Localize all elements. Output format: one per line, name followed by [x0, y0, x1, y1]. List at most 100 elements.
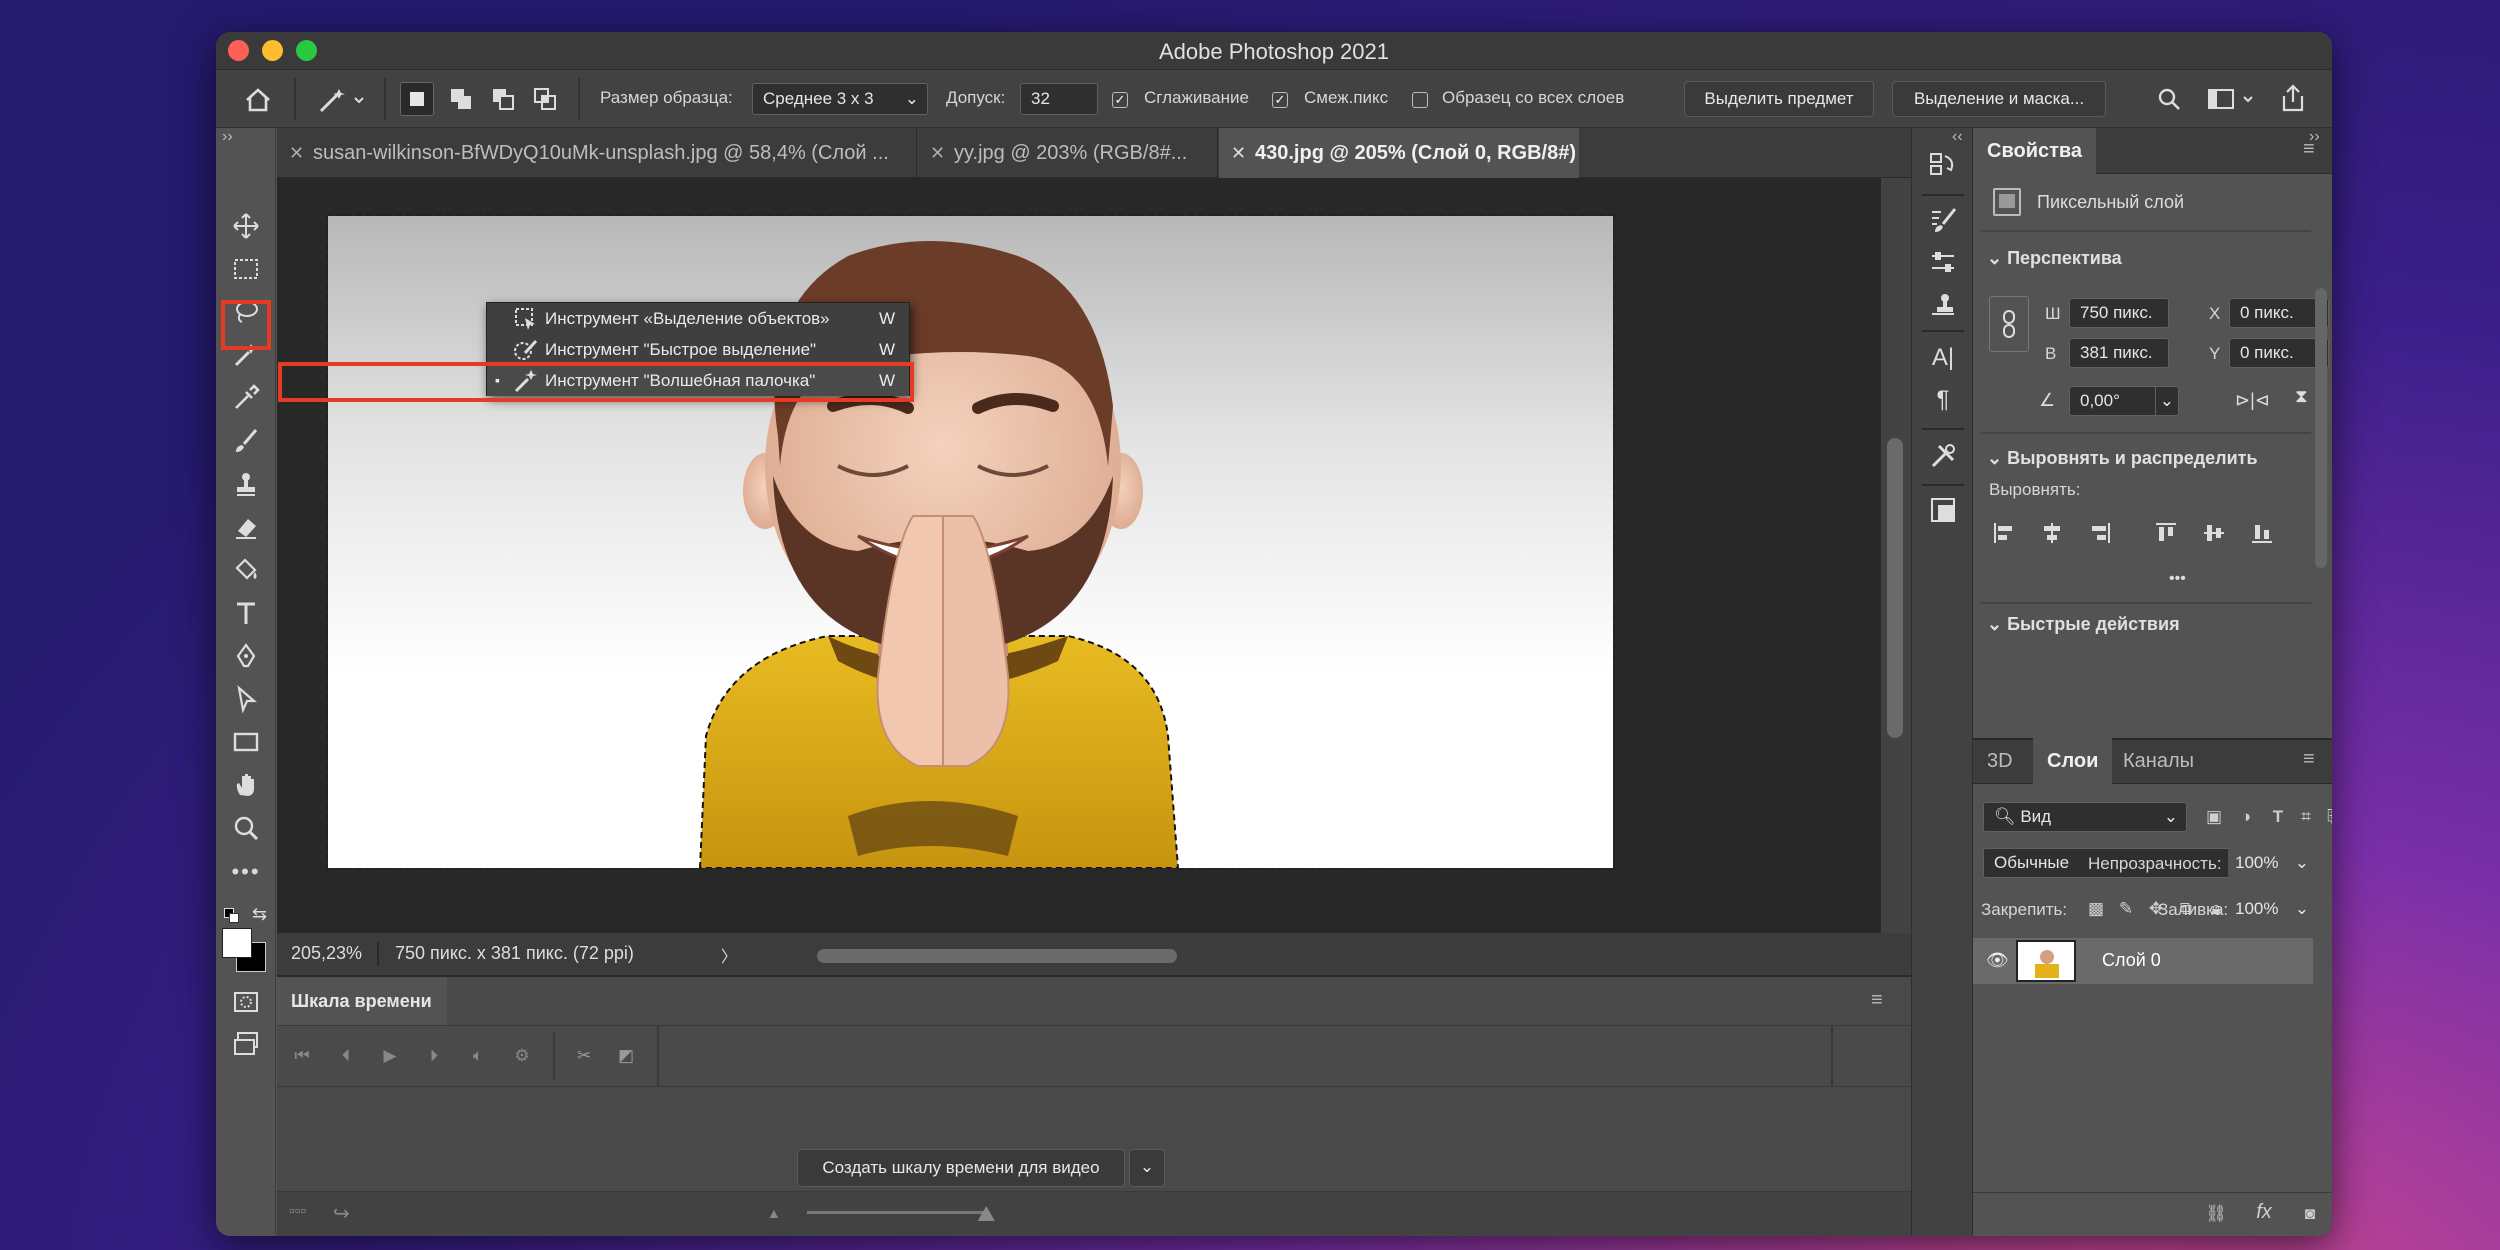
- stamp-icon[interactable]: [226, 466, 266, 502]
- lock-transparency-icon[interactable]: ▩: [2083, 896, 2109, 922]
- new-selection-button[interactable]: [400, 82, 434, 116]
- filter-adjustment-icon[interactable]: ◑: [2233, 802, 2259, 832]
- tab-susan-wilkinson[interactable]: ✕ susan-wilkinson-BfWDyQ10uMk-unsplash.jp…: [277, 128, 917, 178]
- layer-filter-select[interactable]: 🔍︎ Вид ⌄: [1983, 802, 2187, 832]
- tab-channels[interactable]: Каналы: [2109, 738, 2208, 784]
- adjustments-icon[interactable]: [1925, 244, 1961, 280]
- paint-bucket-icon[interactable]: [226, 552, 266, 588]
- character-icon[interactable]: A|: [1925, 340, 1961, 376]
- frame-mode-icon[interactable]: ▫▫▫: [289, 1203, 306, 1221]
- align-top-edges-icon[interactable]: [2151, 518, 2181, 548]
- tool-presets-icon[interactable]: [1925, 438, 1961, 474]
- intersect-selection-button[interactable]: [528, 82, 562, 116]
- layer-visibility-eye-icon[interactable]: 👁︎: [1986, 950, 2009, 971]
- settings-gear-icon[interactable]: ⚙: [507, 1041, 537, 1071]
- add-mask-icon[interactable]: ◙: [2296, 1200, 2324, 1228]
- rectangle-shape-icon[interactable]: [226, 724, 266, 760]
- paragraph-icon[interactable]: ¶: [1925, 382, 1961, 418]
- close-tab-icon[interactable]: ✕: [289, 128, 304, 178]
- hand-icon[interactable]: [226, 767, 266, 803]
- eraser-icon[interactable]: [226, 509, 266, 545]
- expand-panels-icon[interactable]: ‹‹: [1952, 128, 1963, 146]
- timeline-zoom-slider[interactable]: [807, 1211, 987, 1214]
- tab-yy[interactable]: ✕ yy.jpg @ 203% (RGB/8#...: [918, 128, 1218, 178]
- timeline-tab[interactable]: Шкала времени: [277, 977, 447, 1025]
- history-icon[interactable]: [1925, 146, 1961, 182]
- filter-type-icon[interactable]: T: [2265, 802, 2291, 832]
- properties-menu-icon[interactable]: ≡: [2303, 138, 2315, 161]
- sample-size-select[interactable]: Среднее 3 x 3 ⌄: [752, 83, 928, 115]
- clone-source-icon[interactable]: [1925, 286, 1961, 322]
- pen-icon[interactable]: [226, 638, 266, 674]
- more-options-icon[interactable]: •••: [2169, 570, 2186, 588]
- align-horizontal-centers-icon[interactable]: [2037, 518, 2067, 548]
- tab-properties[interactable]: Свойства: [1973, 128, 2097, 174]
- layer-name[interactable]: Слой 0: [2102, 950, 2161, 971]
- filter-shape-icon[interactable]: ⌗: [2293, 802, 2319, 832]
- move-tool-icon[interactable]: [226, 208, 266, 244]
- tab-430-active[interactable]: ✕ 430.jpg @ 205% (Слой 0, RGB/8#) *: [1219, 128, 1579, 178]
- libraries-icon[interactable]: [1925, 492, 1961, 528]
- status-menu-arrow-icon[interactable]: 〉: [721, 943, 737, 967]
- align-right-edges-icon[interactable]: [2085, 518, 2115, 548]
- play-icon[interactable]: ▶: [375, 1041, 405, 1071]
- quick-selection-tool-item[interactable]: Инструмент "Быстрое выделение" W: [487, 334, 909, 365]
- path-selection-icon[interactable]: [226, 681, 266, 717]
- eyedropper-icon[interactable]: [226, 380, 266, 416]
- create-video-timeline-button[interactable]: Создать шкалу времени для видео: [797, 1149, 1125, 1187]
- select-and-mask-button[interactable]: Выделение и маска...: [1892, 81, 2106, 117]
- screen-mode-icon[interactable]: [226, 1026, 266, 1062]
- align-left-edges-icon[interactable]: [1989, 518, 2019, 548]
- opacity-input[interactable]: 100% ⌄: [2228, 848, 2312, 878]
- sample-all-layers-checkbox[interactable]: [1412, 92, 1428, 108]
- split-scissors-icon[interactable]: ✂: [569, 1041, 599, 1071]
- link-layers-icon[interactable]: ⛓︎: [2202, 1200, 2230, 1228]
- close-tab-icon[interactable]: ✕: [930, 128, 945, 178]
- vertical-scroll-thumb[interactable]: [1887, 438, 1903, 738]
- perspective-section-header[interactable]: ⌄ Перспектива: [1987, 248, 2122, 269]
- mute-audio-icon[interactable]: 🔈︎: [463, 1041, 493, 1071]
- flip-vertical-icon[interactable]: ⧗: [2295, 386, 2308, 407]
- align-section-header[interactable]: ⌄ Выровнять и распределить: [1987, 448, 2258, 469]
- lock-image-pixels-icon[interactable]: ✎: [2113, 896, 2139, 922]
- foreground-color-swatch[interactable]: [222, 928, 252, 958]
- height-input[interactable]: 381 пикс.: [2069, 338, 2169, 368]
- select-subject-button[interactable]: Выделить предмет: [1684, 81, 1874, 117]
- go-to-first-frame-icon[interactable]: ⏮: [287, 1041, 317, 1071]
- quick-mask-icon[interactable]: [226, 984, 266, 1020]
- brush-settings-icon[interactable]: [1925, 202, 1961, 238]
- width-input[interactable]: 750 пикс.: [2069, 298, 2169, 328]
- angle-input[interactable]: 0,00° ⌄: [2069, 386, 2179, 416]
- search-icon[interactable]: [2152, 82, 2186, 116]
- fx-icon[interactable]: fx: [2250, 1198, 2278, 1226]
- tolerance-input[interactable]: 32: [1020, 83, 1098, 115]
- zoom-out-timeline-icon[interactable]: ▲: [767, 1205, 781, 1221]
- default-colors-icon[interactable]: [224, 908, 240, 924]
- filter-pixel-icon[interactable]: ▣: [2201, 802, 2227, 832]
- collapse-toolbar-icon[interactable]: ››: [222, 128, 233, 146]
- type-tool-icon[interactable]: [226, 595, 266, 631]
- brush-icon[interactable]: [226, 423, 266, 459]
- align-bottom-edges-icon[interactable]: [2247, 518, 2277, 548]
- magic-wand-preset-icon[interactable]: [312, 82, 372, 118]
- align-vertical-centers-icon[interactable]: [2199, 518, 2229, 548]
- object-selection-tool-item[interactable]: Инструмент «Выделение объектов» W: [487, 303, 909, 334]
- tab-3d[interactable]: 3D: [1973, 738, 2027, 784]
- filter-smart-object-icon[interactable]: ⎘: [2321, 802, 2332, 832]
- rectangular-marquee-icon[interactable]: [226, 251, 266, 287]
- timeline-type-dropdown[interactable]: ⌄: [1129, 1149, 1165, 1187]
- render-video-icon[interactable]: ↪: [333, 1201, 350, 1226]
- subtract-from-selection-button[interactable]: [486, 82, 520, 116]
- zoom-in-timeline-icon[interactable]: ⛰: [977, 1201, 995, 1227]
- timeline-menu-icon[interactable]: ≡: [1871, 989, 1883, 1012]
- quick-actions-section-header[interactable]: ⌄ Быстрые действия: [1987, 614, 2180, 635]
- horizontal-scroll-thumb[interactable]: [817, 949, 1177, 963]
- transition-icon[interactable]: ◩: [611, 1041, 641, 1071]
- zoom-icon[interactable]: [226, 810, 266, 846]
- flip-horizontal-icon[interactable]: ⊳|⊲: [2235, 390, 2270, 411]
- share-icon[interactable]: [2276, 80, 2310, 116]
- contiguous-checkbox[interactable]: ✓: [1272, 92, 1288, 108]
- vertical-scrollbar[interactable]: [1881, 178, 1911, 933]
- fill-input[interactable]: 100% ⌄: [2228, 894, 2312, 924]
- next-frame-icon[interactable]: ⏵: [419, 1041, 449, 1071]
